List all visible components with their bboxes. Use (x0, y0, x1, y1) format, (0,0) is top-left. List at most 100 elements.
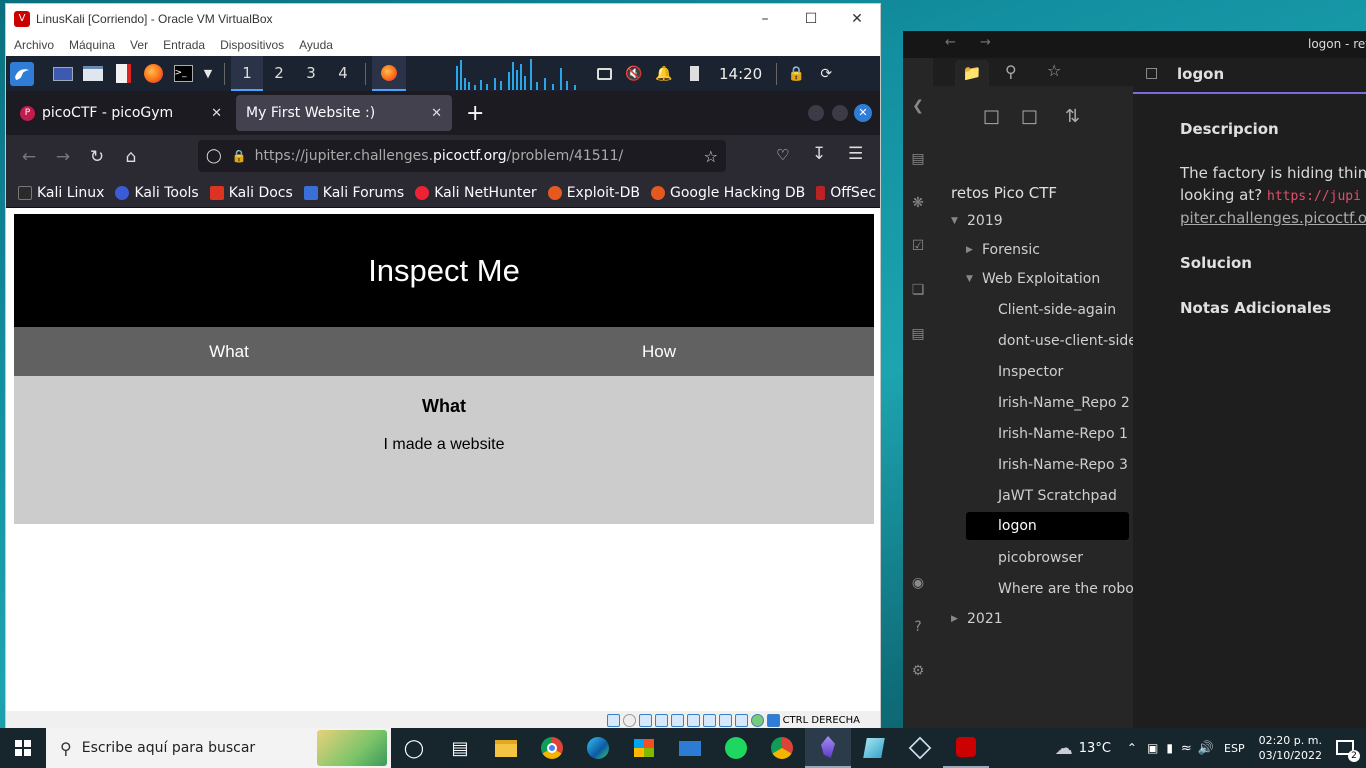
spotify-icon[interactable] (713, 728, 759, 768)
virtualbox-taskbar-icon[interactable] (943, 728, 989, 768)
note-tab[interactable]: □ logon (1133, 58, 1366, 94)
text-editor-icon[interactable] (111, 62, 135, 86)
hamburger-menu-icon[interactable]: ☰ (848, 144, 863, 164)
daily-note-icon[interactable]: ☑ (909, 238, 927, 256)
new-folder-icon[interactable]: □ (1021, 106, 1038, 127)
bookmark-exploit-db[interactable]: Exploit-DB (547, 185, 640, 201)
terminal-icon[interactable]: >_ (171, 62, 195, 86)
panel-clock[interactable]: 14:20 (719, 65, 762, 83)
meet-now-icon[interactable]: ▣ (1147, 741, 1158, 755)
tab-how[interactable]: How (444, 327, 874, 376)
url-bar[interactable]: ◯ 🔒 https://jupiter.challenges.picoctf.o… (198, 140, 726, 172)
menu-dispositivos[interactable]: Dispositivos (220, 38, 284, 52)
mouse-integration-icon[interactable] (750, 714, 764, 727)
note-link[interactable]: piter.challenges.picoctf.org (1180, 209, 1366, 227)
tab-what[interactable]: What (14, 327, 444, 376)
obsidian-taskbar-icon[interactable] (805, 728, 851, 768)
back-icon[interactable]: ← (12, 140, 46, 174)
shared-folders-icon[interactable] (686, 714, 700, 727)
bookmark-star-icon[interactable]: ☆ (704, 147, 718, 166)
folder-2019[interactable]: 2019 (967, 207, 1003, 235)
chevron-down-icon[interactable]: ▼ (201, 62, 215, 86)
templates-icon[interactable]: ❏ (909, 282, 927, 300)
windows-start-icon[interactable] (0, 728, 46, 768)
recording-icon[interactable] (718, 714, 732, 727)
widgets-icon[interactable]: ▤ (437, 728, 483, 768)
maximize-icon[interactable] (832, 105, 848, 121)
wifi-icon[interactable]: ≈ (1181, 741, 1192, 756)
workspace-2[interactable]: 2 (263, 56, 295, 91)
bookmark-offsec[interactable]: OffSec (816, 185, 876, 201)
chevron-down-icon[interactable]: ▼ (966, 274, 973, 284)
download-icon[interactable]: ↧ (812, 144, 826, 164)
help-icon[interactable]: ? (909, 619, 927, 637)
settings-gear-icon[interactable]: ⚙ (909, 663, 927, 681)
sort-icon[interactable]: ⇅ (1065, 106, 1080, 127)
file-manager-icon[interactable] (81, 62, 105, 86)
minimize-icon[interactable]: – (742, 4, 788, 34)
note-where-are-the-robots[interactable]: Where are the robots (998, 575, 1147, 603)
collapse-sidebar-icon[interactable]: ❮ (909, 98, 927, 116)
note-irish-name-repo-2[interactable]: Irish-Name_Repo 2 (998, 389, 1130, 417)
graph-view-icon[interactable]: ❋ (909, 195, 927, 213)
note-irish-name-repo-1[interactable]: Irish-Name-Repo 1 (998, 420, 1128, 448)
folder-forensic[interactable]: Forensic (982, 236, 1040, 264)
kali-menu-icon[interactable] (10, 61, 34, 86)
bookmark-kali-linux[interactable]: Kali Linux (18, 185, 104, 201)
chevron-down-icon[interactable]: ▼ (951, 216, 958, 226)
bookmark-kali-tools[interactable]: Kali Tools (115, 185, 199, 201)
store-icon[interactable] (621, 728, 667, 768)
vt-x-icon[interactable] (734, 714, 748, 727)
usb-icon[interactable] (670, 714, 684, 727)
folder-2021[interactable]: 2021 (967, 605, 1003, 633)
bookmark-kali-forums[interactable]: Kali Forums (303, 185, 404, 201)
chrome-icon[interactable] (529, 728, 575, 768)
optical-drive-icon[interactable] (622, 714, 636, 727)
chrome-profile-icon[interactable] (759, 728, 805, 768)
menu-ayuda[interactable]: Ayuda (299, 38, 333, 52)
notification-bell-icon[interactable]: 🔔 (652, 62, 676, 86)
task-view-icon[interactable]: ◯ (391, 728, 437, 768)
bookmark-google-hacking-db[interactable]: Google Hacking DB (650, 185, 805, 201)
close-icon[interactable]: ✕ (854, 104, 872, 122)
bookmark-kali-nethunter[interactable]: Kali NetHunter (415, 185, 537, 201)
note-inspector[interactable]: Inspector (998, 358, 1063, 386)
chevron-right-icon[interactable]: ▶ (966, 245, 973, 255)
note-irish-name-repo-3[interactable]: Irish-Name-Repo 3 (998, 451, 1128, 479)
folder-web-exploitation[interactable]: Web Exploitation (982, 265, 1100, 293)
volume-icon[interactable]: 🔊 (1198, 741, 1214, 756)
workspace-3[interactable]: 3 (295, 56, 327, 91)
note-logon[interactable]: logon (966, 512, 1129, 540)
logout-icon[interactable]: ⟳ (814, 62, 838, 86)
pocket-icon[interactable]: ♡ (776, 146, 789, 164)
audio-icon[interactable] (638, 714, 652, 727)
notifications-icon[interactable]: 2 (1336, 738, 1360, 762)
battery-icon[interactable] (682, 62, 706, 86)
slides-icon[interactable]: ▤ (909, 326, 927, 344)
taskbar-search[interactable]: ⚲ Escribe aquí para buscar (46, 728, 391, 768)
firefox-launcher-icon[interactable] (141, 62, 165, 86)
menu-archivo[interactable]: Archivo (14, 38, 54, 52)
menu-ver[interactable]: Ver (130, 38, 148, 52)
lock-icon[interactable]: 🔒 (784, 62, 808, 86)
edge-icon[interactable] (575, 728, 621, 768)
bookmark-kali-docs[interactable]: Kali Docs (209, 185, 293, 201)
network-icon[interactable] (654, 714, 668, 727)
note-picobrowser[interactable]: picobrowser (998, 544, 1083, 572)
lock-icon[interactable]: 🔒 (232, 149, 247, 163)
search-icon[interactable]: ⚲ (1005, 62, 1017, 81)
search-highlight-image[interactable] (317, 730, 387, 766)
note-client-side-again[interactable]: Client-side-again (998, 296, 1116, 324)
starred-icon[interactable]: ☆ (1047, 61, 1061, 80)
mail-icon[interactable] (667, 728, 713, 768)
3d-viewer-icon[interactable] (897, 728, 943, 768)
new-note-icon[interactable]: □ (983, 106, 1000, 127)
notes-app-icon[interactable] (851, 728, 897, 768)
screenshot-icon[interactable] (592, 62, 616, 86)
file-explorer-icon[interactable] (483, 728, 529, 768)
workspace-1[interactable]: 1 (231, 56, 263, 91)
close-tab-icon[interactable]: ✕ (431, 106, 442, 121)
forward-icon[interactable]: → (46, 140, 80, 174)
firefox-task-icon[interactable] (372, 56, 406, 91)
volume-muted-icon[interactable]: 🔇 (622, 62, 646, 86)
